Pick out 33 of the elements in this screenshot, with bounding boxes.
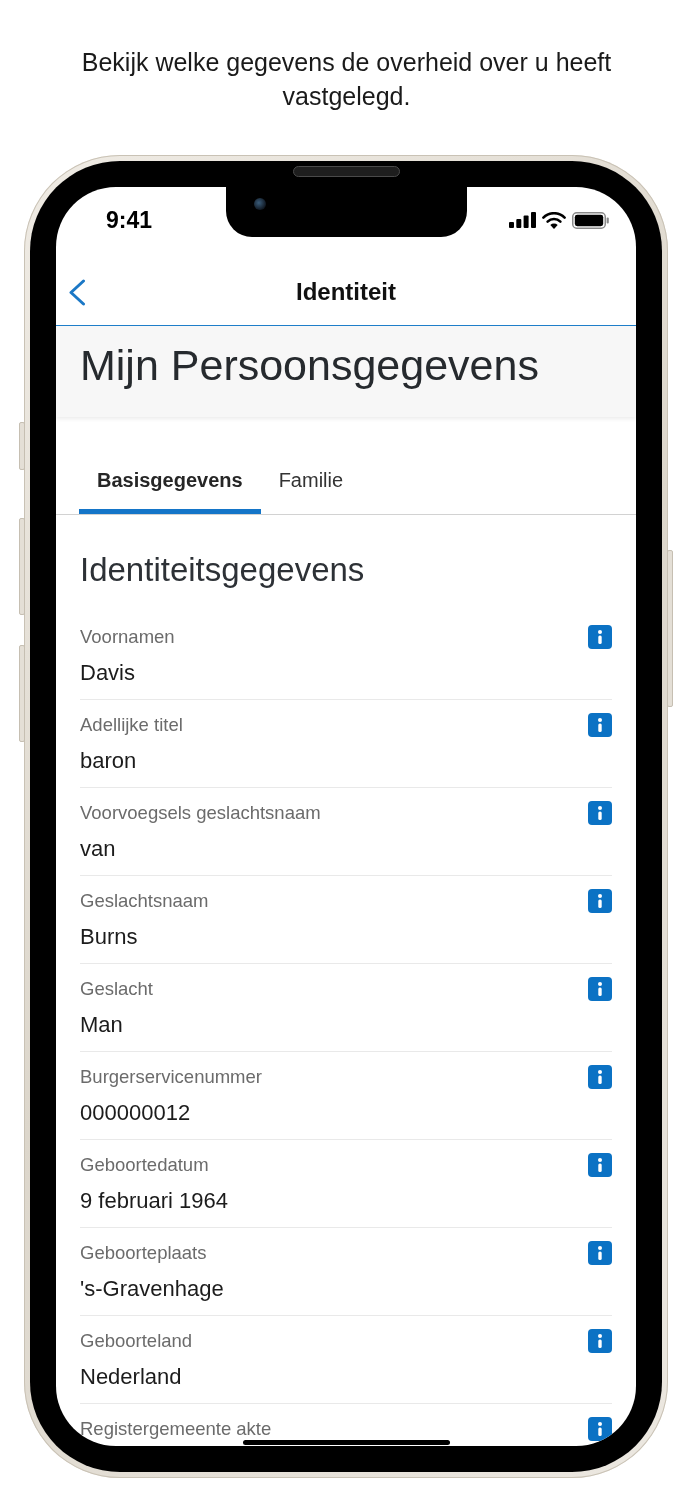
- field-value: 000000012: [80, 1099, 191, 1127]
- field-label: Geboortedatum: [80, 1155, 209, 1175]
- field-value: baron: [80, 747, 137, 775]
- wifi-icon: [542, 211, 566, 229]
- field-label: Burgerservicenummer: [80, 1067, 262, 1087]
- screen-title: Identiteit: [296, 277, 396, 307]
- field-value: Man: [80, 1011, 123, 1039]
- intro-text: Bekijk welke gegevens de overheid over u heeft vastgelegd.: [80, 47, 613, 112]
- field-value: van: [80, 835, 116, 863]
- field-label: Voorvoegsels geslachtsnaam: [80, 803, 321, 823]
- back-button[interactable]: [66, 276, 88, 308]
- field-value: 's-Gravenhage: [80, 1275, 224, 1303]
- field-label: Adellijke titel: [80, 715, 183, 735]
- field-label: Registergemeente akte: [80, 1419, 272, 1439]
- page-title: Mijn Persoonsgegevens: [80, 340, 540, 390]
- field-value: Burns: [80, 923, 138, 951]
- field-value: Davis: [80, 659, 135, 687]
- field-label: Voornamen: [80, 627, 175, 647]
- tab[interactable]: Familie: [260, 468, 362, 514]
- signal-icon: [509, 212, 536, 228]
- field-label: Geslachtsnaam: [80, 891, 209, 911]
- tab[interactable]: Basisgegevens: [79, 468, 261, 514]
- camera-icon: [254, 198, 266, 210]
- field-label: Geboorteland: [80, 1331, 193, 1351]
- back-icon: [68, 278, 86, 306]
- field-label: Geboorteplaats: [80, 1243, 207, 1263]
- info-icon[interactable]: [588, 1417, 612, 1441]
- field-value: 9 februari 1964: [80, 1187, 228, 1215]
- status-time: 9:41: [106, 206, 153, 234]
- field-label: Geslacht: [80, 979, 153, 999]
- section-title: Identiteitsgegevens: [80, 550, 366, 590]
- field-value: Nederland: [80, 1363, 182, 1391]
- battery-icon: [572, 211, 609, 229]
